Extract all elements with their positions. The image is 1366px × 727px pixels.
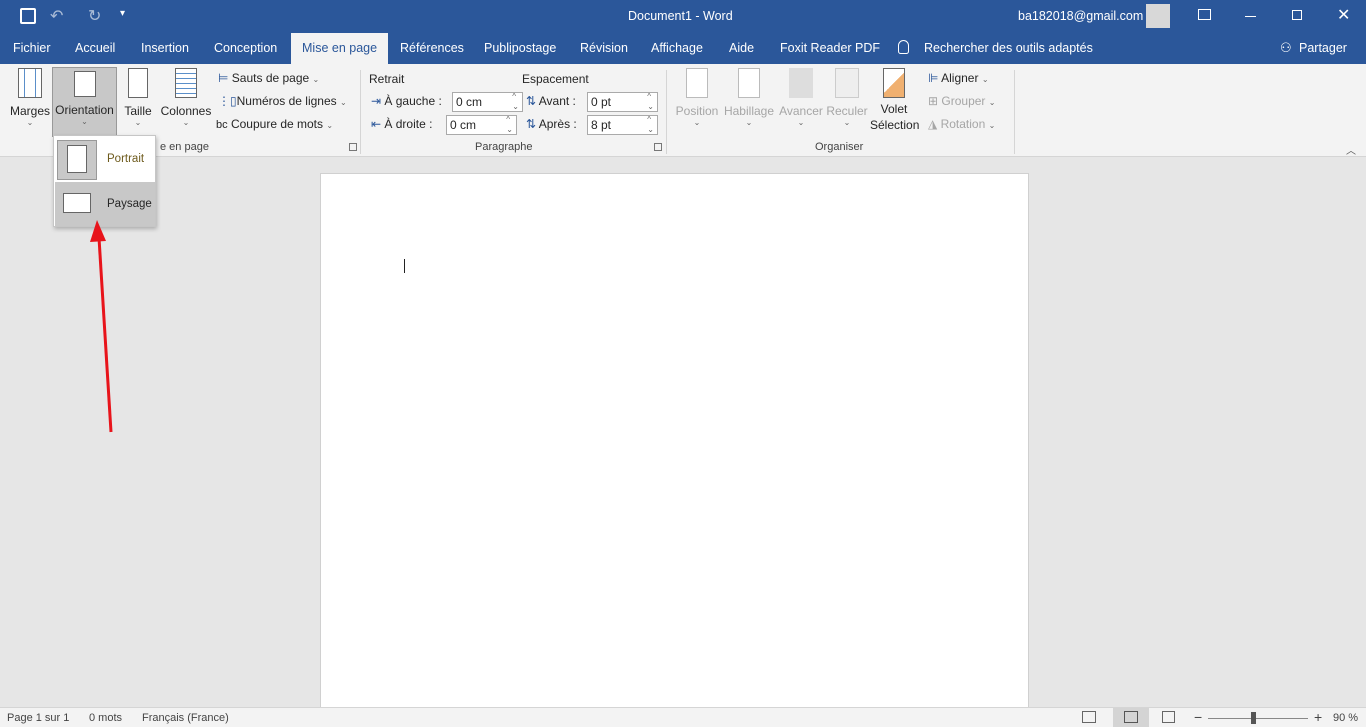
status-bar: Page 1 sur 1 0 mots Français (France) − … xyxy=(0,707,1366,727)
arrow-head xyxy=(90,220,106,242)
zoom-level[interactable]: 90 % xyxy=(1333,712,1358,724)
read-mode-icon[interactable] xyxy=(1082,711,1096,723)
zoom-in-button[interactable]: + xyxy=(1314,709,1322,725)
zoom-slider[interactable] xyxy=(1208,718,1308,719)
print-layout-icon[interactable] xyxy=(1113,708,1149,727)
word-count[interactable]: 0 mots xyxy=(89,712,122,724)
web-layout-icon[interactable] xyxy=(1162,711,1175,723)
zoom-out-button[interactable]: − xyxy=(1194,709,1202,725)
page-count[interactable]: Page 1 sur 1 xyxy=(7,712,69,724)
language[interactable]: Français (France) xyxy=(142,712,229,724)
red-arrow-annotation xyxy=(90,220,113,433)
zoom-slider-thumb[interactable] xyxy=(1251,712,1256,724)
arrow-shaft xyxy=(97,237,113,433)
